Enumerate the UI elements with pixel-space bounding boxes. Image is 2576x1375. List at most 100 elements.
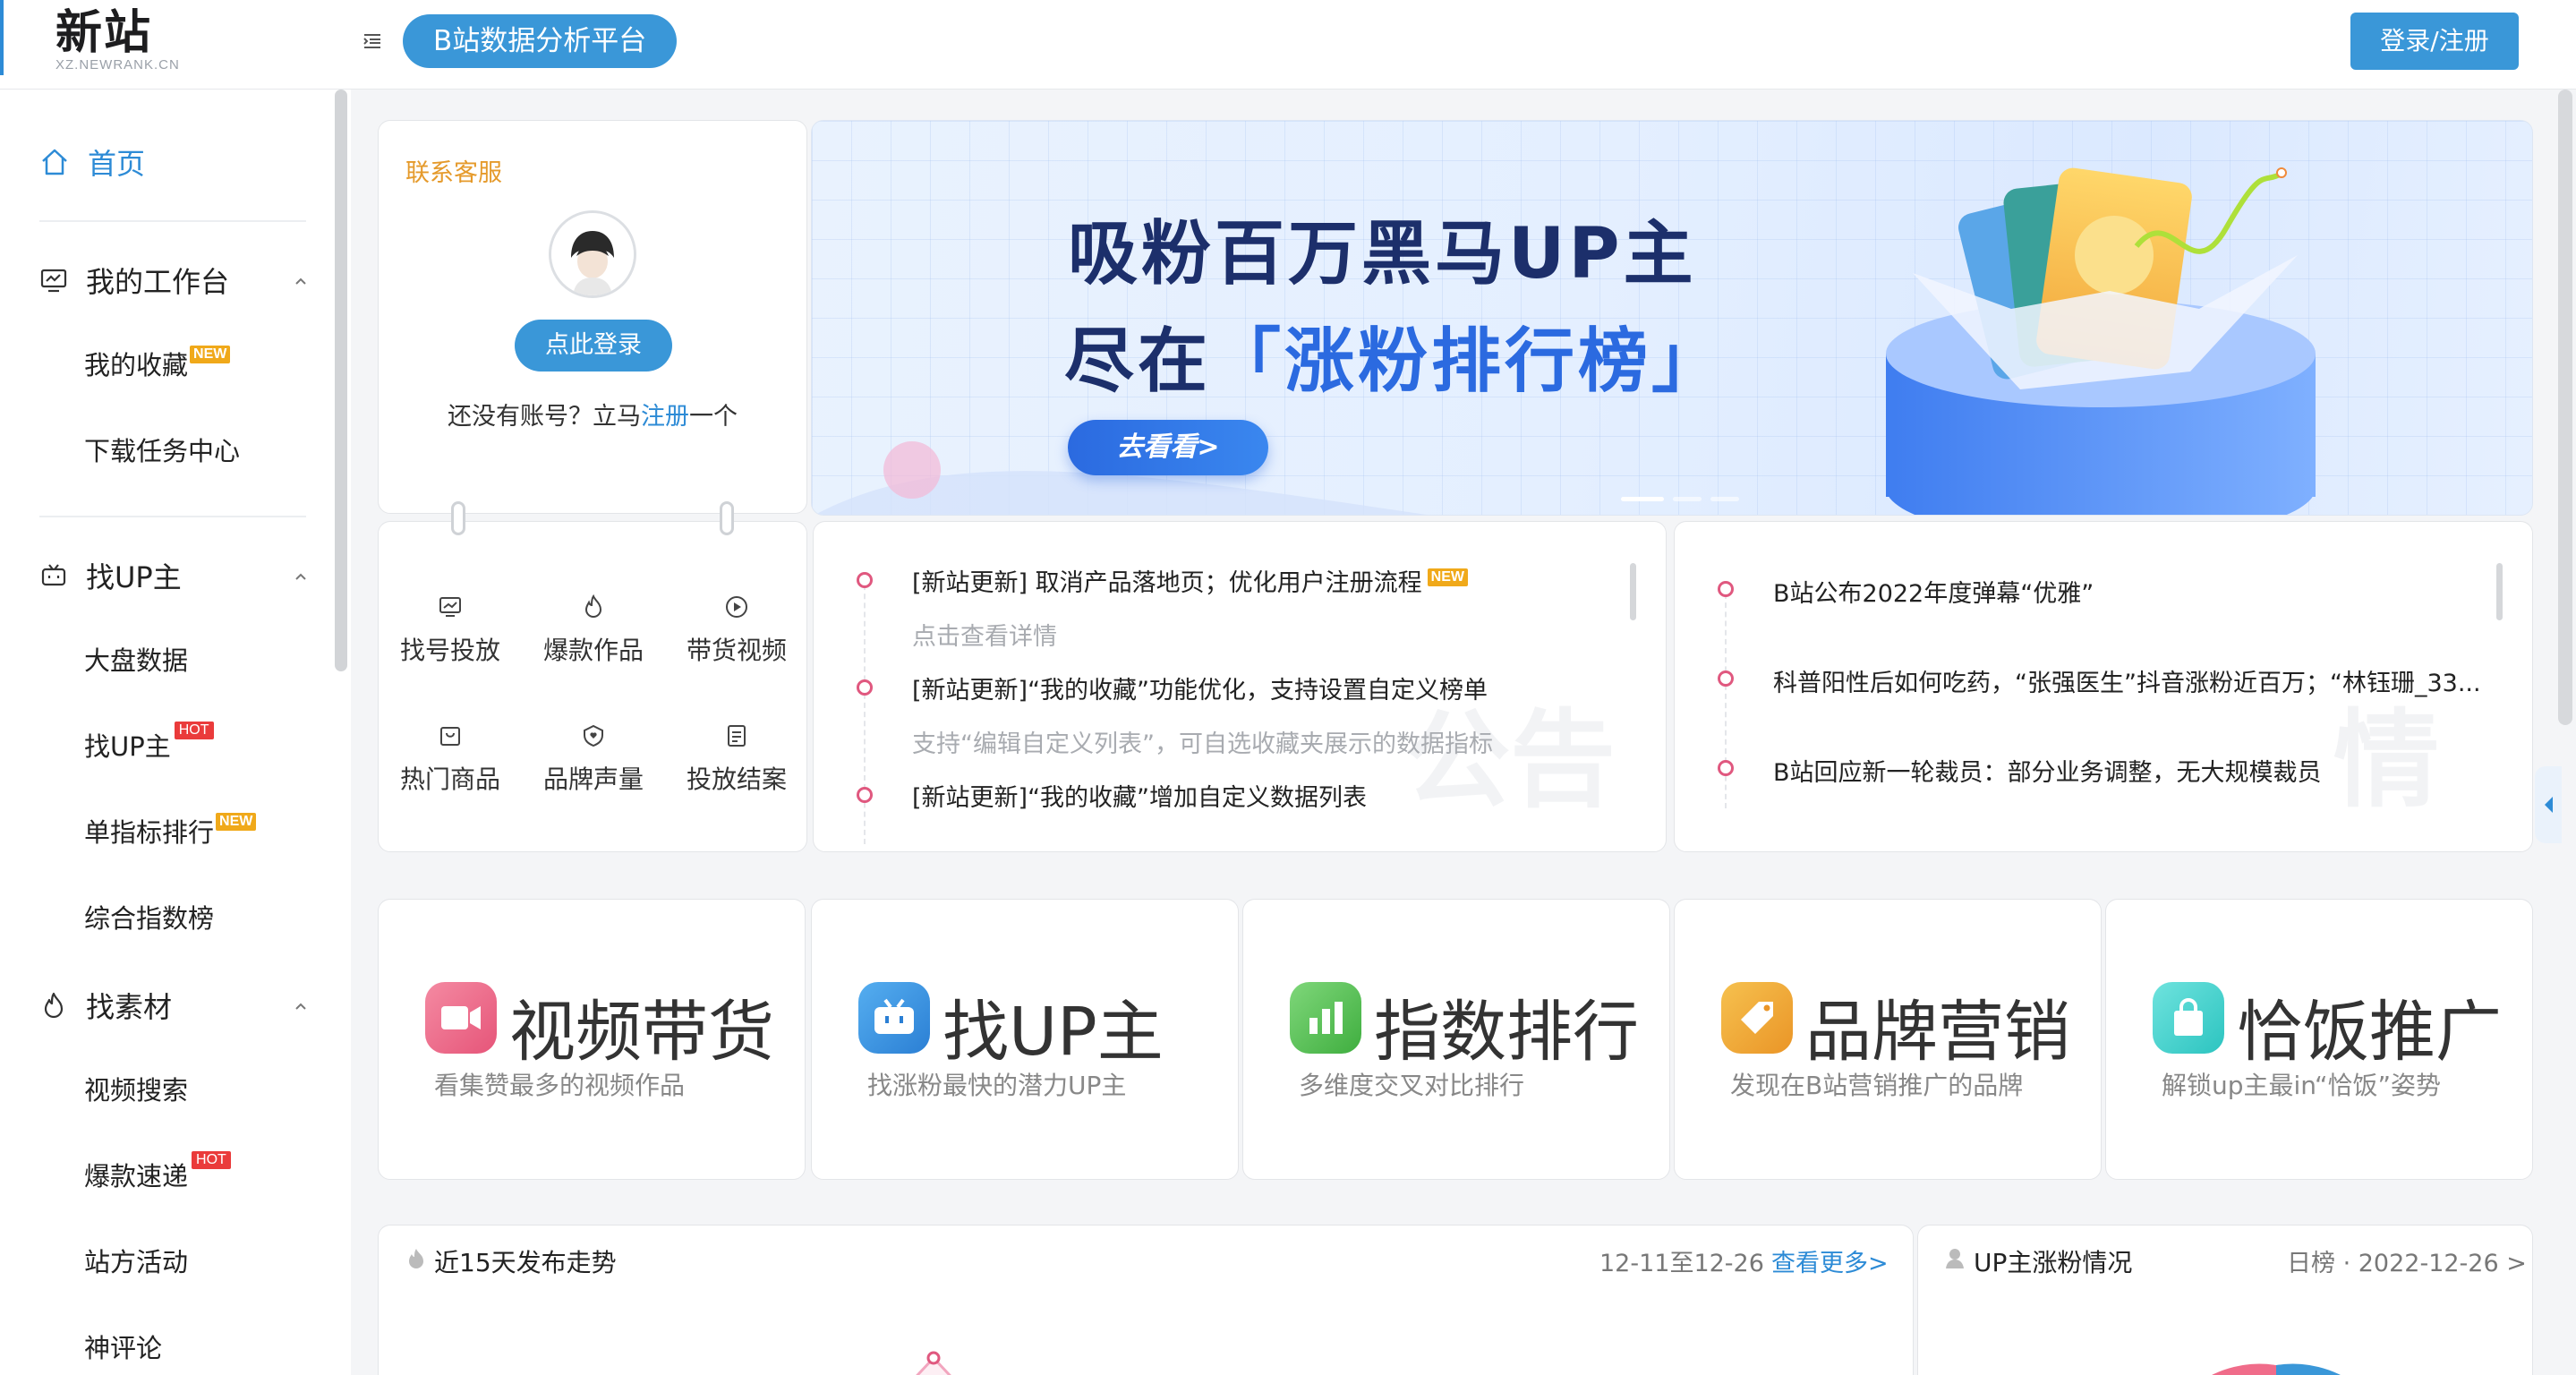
new-badge: NEW bbox=[1427, 568, 1468, 586]
login-register-button[interactable]: 登录/注册 bbox=[2350, 13, 2519, 70]
timeline-dot bbox=[1718, 581, 1734, 597]
feature-title: 找UP主 bbox=[943, 994, 1164, 1071]
feature-card-index-ranking[interactable]: 指数排行 多维度交叉对比排行 bbox=[1242, 899, 1670, 1180]
quick-link-campaign-report[interactable]: 投放结案 bbox=[665, 722, 808, 796]
chevron-up-icon[interactable] bbox=[294, 274, 308, 288]
hot-badge: HOT bbox=[174, 722, 214, 739]
quick-link-label: 爆款作品 bbox=[542, 636, 644, 665]
sidebar-item-hot-express[interactable]: 爆款速递HOT bbox=[84, 1151, 231, 1196]
news-item[interactable]: 科普阳性后如何吃药，“张强医生”抖音涨粉近百万；“林钰珊_33... bbox=[1773, 663, 2507, 698]
sidebar-item-find-up[interactable]: 找UP主HOT bbox=[84, 722, 214, 766]
sidebar-scrollbar[interactable] bbox=[335, 90, 347, 671]
sidebar-item-label: 站方活动 bbox=[84, 1247, 189, 1277]
bag-icon bbox=[440, 727, 460, 746]
sidebar-group-label: 找UP主 bbox=[86, 560, 182, 594]
publish-trend-card: 近15天发布走势 12-11至12-26 查看更多> bbox=[378, 1225, 1914, 1375]
banner-subheadline: 尽在「涨粉排行榜」 bbox=[1064, 305, 1725, 406]
feature-card-brand-marketing[interactable]: 品牌营销 发现在B站营销推广的品牌 bbox=[1674, 899, 2102, 1180]
sidebar-item-label: 单指标排行 bbox=[84, 817, 215, 848]
flame-icon bbox=[584, 594, 602, 618]
announcement-item-title[interactable]: [新站更新]“我的收藏”增加自定义数据列表 bbox=[912, 778, 1367, 813]
chevron-up-icon[interactable] bbox=[294, 569, 308, 584]
chevron-up-icon[interactable] bbox=[294, 999, 308, 1013]
announcement-item-detail[interactable]: 支持“编辑自定义列表”，可自选收藏夹展示的数据指标 bbox=[912, 724, 1493, 759]
banner-illustration bbox=[1886, 167, 2316, 515]
announcements-scrollbar[interactable] bbox=[1630, 563, 1636, 620]
card-clip-left bbox=[451, 501, 465, 535]
banner-cta-button[interactable]: 去看看> bbox=[1068, 420, 1268, 475]
sidebar-divider bbox=[39, 516, 306, 517]
feature-title: 视频带货 bbox=[509, 994, 774, 1071]
platform-title-pill[interactable]: B站数据分析平台 bbox=[403, 14, 678, 68]
new-badge: NEW bbox=[216, 813, 257, 831]
quick-link-label: 带货视频 bbox=[686, 636, 787, 665]
sidebar-item-official-events[interactable]: 站方活动 bbox=[84, 1243, 188, 1282]
sidebar-item-video-search[interactable]: 视频搜索 bbox=[84, 1071, 188, 1110]
heart-shield-icon bbox=[584, 724, 603, 747]
feature-title: 品牌营销 bbox=[1805, 994, 2070, 1071]
sidebar-item-market-data[interactable]: 大盘数据 bbox=[84, 641, 188, 680]
quick-link-brand-volume[interactable]: 品牌声量 bbox=[522, 722, 665, 796]
sidebar-group-materials[interactable]: 找素材 bbox=[39, 983, 308, 1028]
sidebar-group-find-up[interactable]: 找UP主 bbox=[39, 553, 308, 598]
announcement-item-title[interactable]: [新站更新] 取消产品落地页；优化用户注册流程 NEW bbox=[912, 563, 1468, 598]
sidebar: 首页 我的工作台 我的收藏 NEW 下载任务中心 找UP主 大盘数据 找UP主HO… bbox=[0, 90, 351, 1375]
sidebar-item-label: 下载任务中心 bbox=[84, 436, 241, 466]
register-link[interactable]: 注册 bbox=[641, 403, 689, 431]
up-growth-card: UP主涨粉情况 日榜 · 2022-12-26 > bbox=[1917, 1225, 2533, 1375]
quick-link-commerce-video[interactable]: 带货视频 bbox=[665, 594, 808, 667]
top-header: 新站 XZ.NEWRANK.CN B站数据分析平台 登录/注册 bbox=[0, 0, 2576, 90]
timeline-line bbox=[1725, 594, 1727, 808]
tag-icon bbox=[1721, 982, 1793, 1054]
banner-highlight: 「涨粉排行榜」 bbox=[1211, 321, 1726, 402]
sidebar-item-label: 神评论 bbox=[84, 1333, 163, 1363]
trend-date-range: 12-11至12-26 bbox=[1599, 1250, 1764, 1277]
feature-card-video-commerce[interactable]: 视频带货 看集赞最多的视频作品 bbox=[378, 899, 806, 1180]
sidebar-item-favorites[interactable]: 我的收藏 NEW bbox=[84, 346, 231, 385]
banner-pagination bbox=[1621, 497, 1739, 501]
timeline-line bbox=[864, 576, 866, 844]
chevron-left-icon bbox=[2545, 797, 2553, 813]
side-expand-tab[interactable] bbox=[2535, 766, 2562, 843]
site-logo[interactable]: 新站 XZ.NEWRANK.CN bbox=[55, 5, 180, 73]
trend-more-link[interactable]: 查看更多> bbox=[1771, 1243, 1889, 1278]
quick-link-hot-products[interactable]: 热门商品 bbox=[379, 722, 522, 796]
quick-links-card: 找号投放 爆款作品 带货视频 热门商品 品牌声量 投放结案 bbox=[378, 521, 807, 852]
timeline-dot bbox=[857, 787, 873, 803]
growth-date-selector[interactable]: 日榜 · 2022-12-26 > bbox=[2287, 1243, 2527, 1278]
quick-link-find-account[interactable]: 找号投放 bbox=[379, 594, 522, 667]
page-scrollbar[interactable] bbox=[2558, 90, 2572, 725]
new-badge: NEW bbox=[190, 346, 231, 363]
sidebar-item-downloads[interactable]: 下载任务中心 bbox=[84, 431, 240, 471]
announcement-item-detail[interactable]: 点击查看详情 bbox=[912, 617, 1057, 652]
card-clip-right bbox=[720, 501, 734, 535]
sidebar-item-home[interactable]: 首页 bbox=[39, 140, 145, 184]
news-item[interactable]: B站回应新一轮裁员：部分业务调整，无大规模裁员 bbox=[1773, 753, 2322, 788]
feature-card-find-up[interactable]: 找UP主 找涨粉最快的潜力UP主 bbox=[811, 899, 1239, 1180]
feature-description: 解锁up主最in“恰饭”姿势 bbox=[2162, 1071, 2442, 1100]
banner-dot-active[interactable] bbox=[1621, 497, 1664, 501]
quick-link-hot-works[interactable]: 爆款作品 bbox=[522, 594, 665, 667]
logo-accent-bar bbox=[0, 0, 4, 75]
sidebar-item-index-rank[interactable]: 综合指数榜 bbox=[84, 899, 214, 938]
quick-link-label: 找号投放 bbox=[399, 636, 500, 665]
sidebar-group-workbench[interactable]: 我的工作台 bbox=[39, 258, 308, 303]
menu-collapse-icon[interactable] bbox=[362, 30, 383, 52]
sidebar-item-top-comments[interactable]: 神评论 bbox=[84, 1328, 162, 1368]
banner-dot[interactable] bbox=[1710, 497, 1739, 501]
news-item[interactable]: B站公布2022年度弹幕“优雅” bbox=[1773, 574, 2094, 609]
customer-service-link[interactable]: 联系客服 bbox=[405, 153, 502, 188]
announcements-card: 公告 [新站更新] 取消产品落地页；优化用户注册流程 NEW 点击查看详情 [新站… bbox=[813, 521, 1667, 852]
video-camera-icon bbox=[425, 982, 497, 1054]
login-button[interactable]: 点此登录 bbox=[515, 320, 672, 372]
login-card: 联系客服 点此登录 还没有账号？立马注册一个 bbox=[378, 120, 807, 514]
chart-screen-icon bbox=[439, 597, 461, 617]
promo-banner[interactable]: 吸粉百万黑马UP主 尽在「涨粉排行榜」 去看看> bbox=[811, 120, 2533, 516]
sidebar-item-label: 视频搜索 bbox=[84, 1075, 189, 1106]
banner-dot[interactable] bbox=[1673, 497, 1702, 501]
announcement-item-title[interactable]: [新站更新]“我的收藏”功能优化，支持设置自定义榜单 bbox=[912, 670, 1488, 705]
sidebar-item-single-rank[interactable]: 单指标排行 NEW bbox=[84, 813, 257, 852]
announcement-title-text: [新站更新] 取消产品落地页；优化用户注册流程 bbox=[912, 569, 1422, 597]
news-scrollbar[interactable] bbox=[2496, 563, 2503, 620]
feature-card-sponsored-promo[interactable]: 恰饭推广 解锁up主最in“恰饭”姿势 bbox=[2105, 899, 2533, 1180]
